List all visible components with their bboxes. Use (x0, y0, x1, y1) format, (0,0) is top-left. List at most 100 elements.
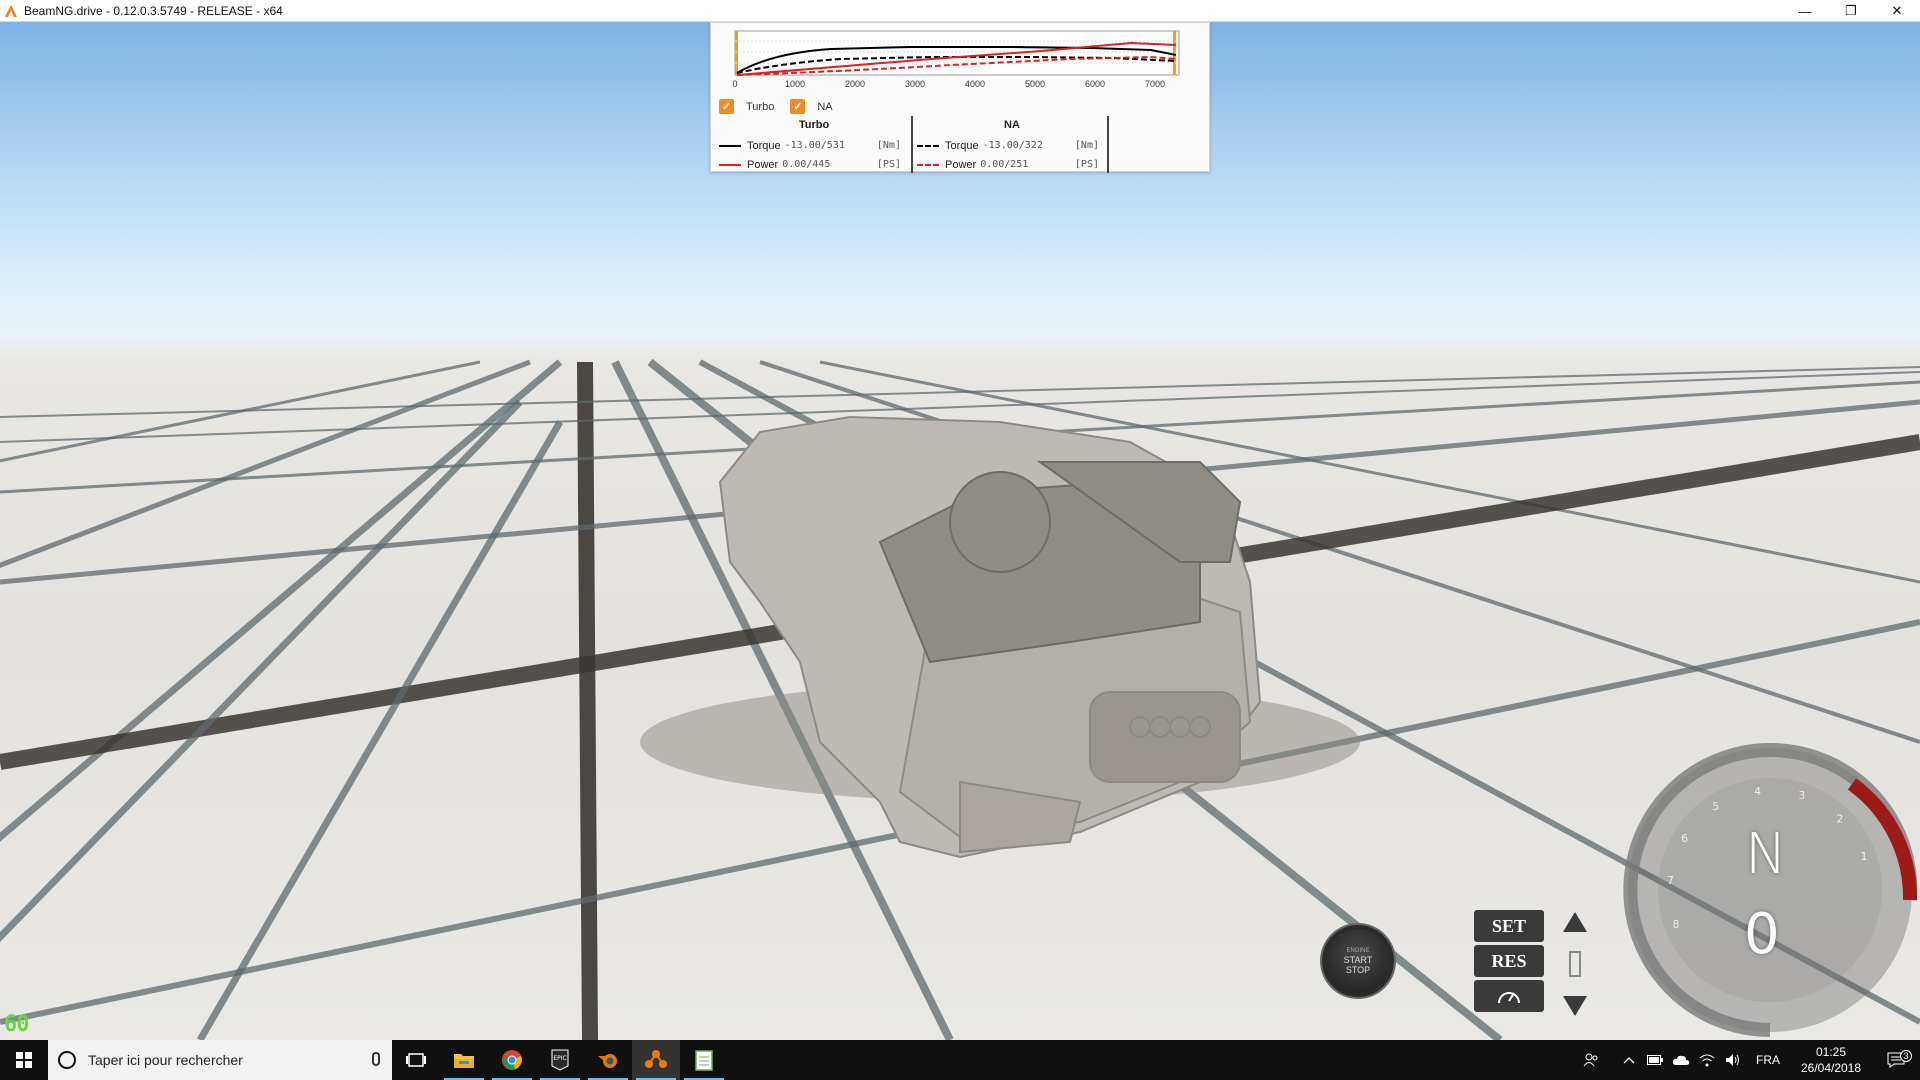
battery-icon[interactable] (1644, 1055, 1666, 1065)
na-power-row: Power 0.00/251 [PS] (917, 155, 1107, 174)
svg-text:EPIC: EPIC (553, 1055, 566, 1062)
turbo-torque-unit: [Nm] (876, 140, 901, 151)
gauge-tick-label: 6 (1681, 832, 1688, 845)
engine-start-stop-button[interactable]: ENGINE START STOP (1322, 925, 1394, 997)
cruise-speed-indicator (1569, 951, 1581, 977)
window-titlebar: BeamNG.drive - 0.12.0.3.5749 - RELEASE -… (0, 0, 1920, 22)
turbo-torque-value: -13.00/531 (784, 140, 845, 151)
show-hidden-icons-chevron-icon[interactable] (1618, 1056, 1640, 1064)
na-torque-label: Torque (945, 139, 979, 152)
turbo-legend-header: Turbo (798, 119, 830, 131)
gauge-tick-label: 8 (1673, 918, 1680, 931)
torque-line-swatch (719, 144, 741, 147)
epic-games-icon: EPIC (551, 1049, 569, 1071)
blender-icon (598, 1054, 617, 1068)
na-legend: NA Torque -13.00/322 [Nm] Power 0.00/251… (917, 119, 1107, 174)
power-dashed-swatch (917, 163, 939, 166)
notification-count-badge: 3 (1900, 1050, 1912, 1062)
turbo-torque-row: Torque -13.00/531 [Nm] (719, 136, 909, 155)
people-icon[interactable] (1580, 1052, 1602, 1068)
turbo-power-row: Power 0.00/445 [PS] (719, 155, 909, 174)
clock-time: 01:25 (1815, 1045, 1847, 1059)
onedrive-cloud-icon[interactable] (1670, 1054, 1692, 1066)
cruise-speed-adjust (1560, 910, 1590, 1020)
volume-icon[interactable] (1722, 1053, 1744, 1067)
clock-date: 26/04/2018 (1800, 1061, 1862, 1075)
na-power-unit: [PS] (1074, 159, 1099, 170)
torque-dashed-swatch (917, 144, 939, 147)
graph-x-tick-label: 2000 (845, 79, 865, 89)
gauge-tick-label: 4 (1754, 785, 1761, 798)
turbo-checkbox[interactable]: ✓ (719, 99, 734, 114)
search-placeholder: Taper ici pour rechercher (88, 1052, 243, 1068)
taskbar-search-box[interactable]: Taper ici pour rechercher (48, 1040, 392, 1080)
task-view-icon (406, 1053, 426, 1067)
torque-curve-panel: 0 1000 2000 3000 4000 5000 6000 7000 ✓ Turbo ✓ … (710, 22, 1210, 174)
folder-icon (454, 1054, 474, 1068)
na-torque-value: -13.00/322 (982, 140, 1043, 151)
windows-logo-icon (16, 1052, 32, 1068)
blender-button[interactable] (584, 1040, 632, 1080)
epic-games-button[interactable]: EPIC (536, 1040, 584, 1080)
tachometer-gauge: 1 2 3 4 5 6 7 8 (1623, 743, 1918, 1037)
graph-x-tick-label: 0 (732, 79, 737, 89)
graph-x-tick-label: 1000 (785, 79, 805, 89)
cruise-down-arrow-icon[interactable] (1563, 996, 1587, 1016)
na-checkbox-label: NA (817, 100, 833, 113)
cruise-speedometer-icon[interactable] (1474, 980, 1544, 1012)
turbo-legend: Turbo Torque -13.00/531 [Nm] Power 0.00/… (719, 119, 909, 174)
close-button[interactable]: ✕ (1874, 0, 1920, 22)
graph-x-tick-label: 3000 (905, 79, 925, 89)
turbo-torque-label: Torque (747, 139, 781, 152)
file-explorer-button[interactable] (440, 1040, 488, 1080)
clock[interactable]: 01:25 26/04/2018 (1790, 1044, 1872, 1076)
action-center-icon[interactable]: 3 (1874, 1050, 1918, 1068)
turbo-power-label: Power (747, 158, 779, 171)
task-view-button[interactable] (392, 1040, 440, 1080)
turbo-checkbox-label: Turbo (746, 100, 775, 113)
window-title: BeamNG.drive - 0.12.0.3.5749 - RELEASE -… (24, 3, 283, 18)
na-checkbox[interactable]: ✓ (790, 99, 806, 114)
graph-toggles: ✓ Turbo ✓ NA (719, 99, 833, 114)
cortana-icon (58, 1051, 76, 1069)
cruise-res-button[interactable]: RES (1474, 945, 1544, 977)
start-button[interactable] (0, 1040, 48, 1080)
gauge-tick-label: 2 (1836, 812, 1843, 825)
notepad-icon (695, 1050, 713, 1071)
windows-taskbar: Taper ici pour rechercher EPIC FRA 01:25… (0, 1040, 1920, 1080)
graph-x-tick-label: 7000 (1145, 79, 1165, 89)
cruise-up-arrow-icon[interactable] (1563, 912, 1587, 932)
notepad-button[interactable] (680, 1040, 728, 1080)
gauge-tick-label: 7 (1667, 874, 1674, 887)
turbo-power-value: 0.00/445 (782, 159, 831, 170)
cruise-control-panel: SET RES (1474, 910, 1544, 1018)
minimize-button[interactable]: — (1782, 0, 1828, 22)
stop-label: STOP (1345, 964, 1371, 975)
beamng-app-icon (5, 4, 17, 17)
fps-counter: 60 (4, 1012, 29, 1037)
turbo-power-unit: [PS] (876, 159, 901, 170)
na-power-value: 0.00/251 (980, 159, 1029, 170)
game-viewport[interactable]: 0 1000 2000 3000 4000 5000 6000 7000 ✓ Turbo ✓ … (0, 22, 1920, 1040)
restore-button[interactable]: ❐ (1828, 0, 1874, 22)
beamng-button[interactable] (632, 1040, 680, 1080)
gauge-tick-label: 3 (1798, 789, 1805, 802)
input-language[interactable]: FRA (1756, 1053, 1780, 1067)
microphone-icon[interactable] (372, 1052, 380, 1066)
beamng-icon (645, 1050, 667, 1068)
chrome-button[interactable] (488, 1040, 536, 1080)
start-label: START (1343, 954, 1373, 965)
chrome-icon (502, 1050, 522, 1070)
gauge-tick-label: 1 (1860, 850, 1867, 863)
wifi-icon[interactable] (1696, 1053, 1718, 1067)
power-line-swatch (719, 163, 741, 166)
na-power-label: Power (945, 158, 977, 171)
system-tray: FRA 01:25 26/04/2018 3 (1578, 1040, 1920, 1080)
engine-label: ENGINE (1346, 947, 1370, 954)
legend-divider (1107, 116, 1109, 173)
legend-divider (911, 116, 913, 173)
graph-x-tick-label: 4000 (965, 79, 985, 89)
cruise-set-button[interactable]: SET (1474, 910, 1544, 942)
gauge-tick-label: 5 (1712, 800, 1719, 813)
speed-readout: 0 (1744, 902, 1780, 967)
